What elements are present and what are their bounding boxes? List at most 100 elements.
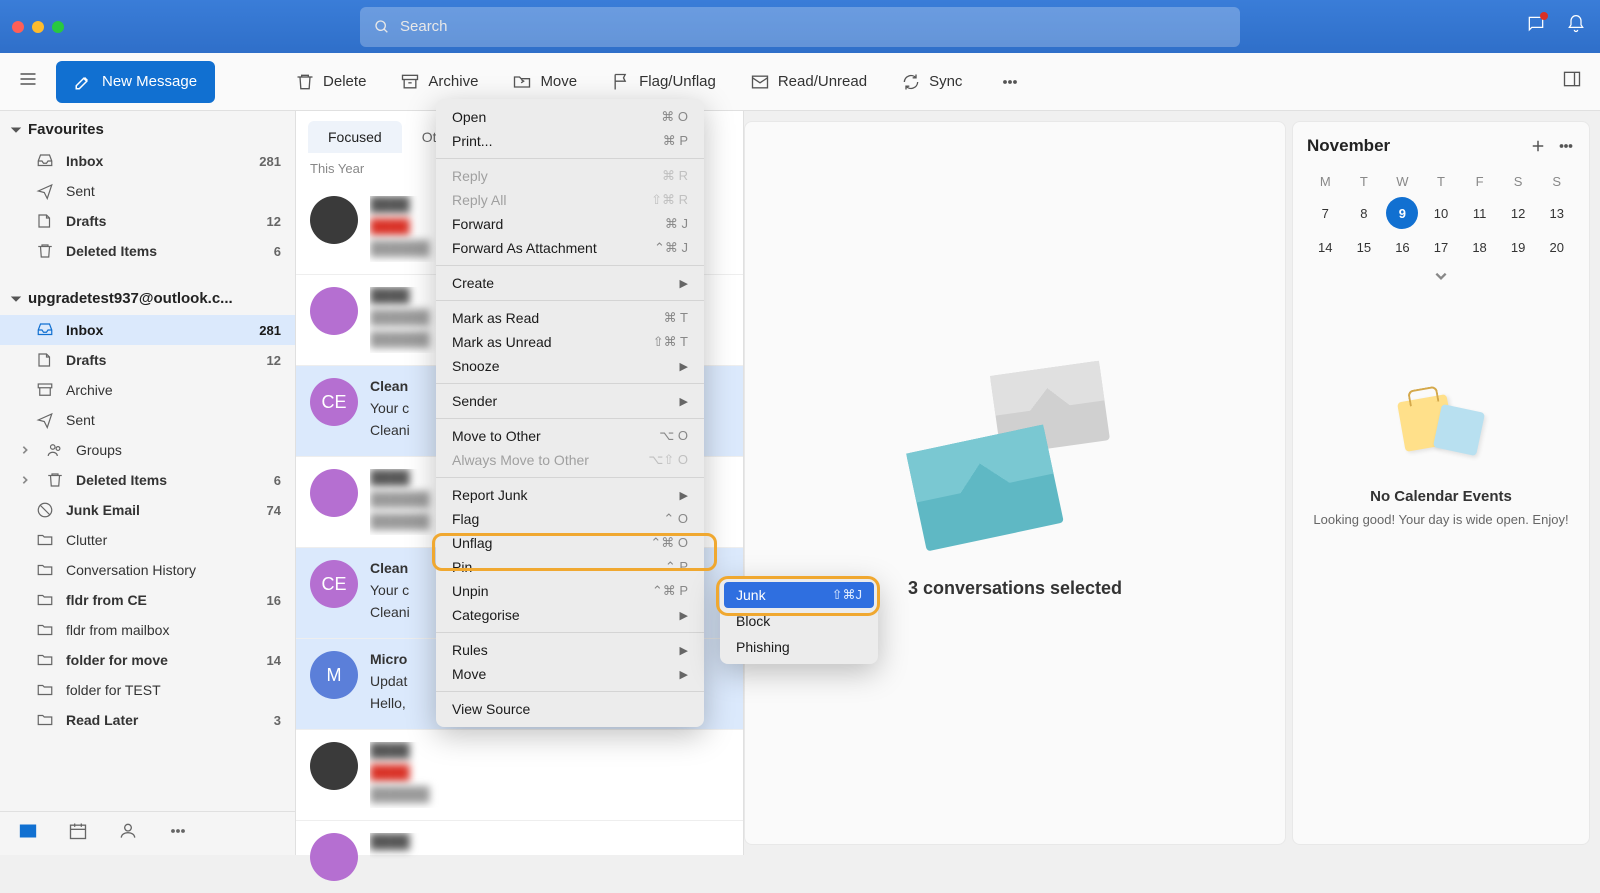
close-window-button[interactable]: [12, 21, 24, 33]
mail-module[interactable]: [18, 821, 38, 846]
alerts-button[interactable]: [1566, 14, 1586, 39]
folder-inbox[interactable]: Inbox 281: [0, 146, 295, 176]
folder-move-folder[interactable]: folder for move 14: [0, 645, 295, 675]
folder-read-later[interactable]: Read Later 3: [0, 705, 295, 735]
avatar: [310, 742, 358, 790]
ctx-create[interactable]: Create▶: [436, 271, 704, 295]
ctx-categorise[interactable]: Categorise▶: [436, 603, 704, 627]
folder-inbox-acct[interactable]: Inbox 281: [0, 315, 295, 345]
calendar-day[interactable]: 19: [1502, 231, 1534, 263]
flag-button[interactable]: Flag/Unflag: [597, 64, 730, 100]
add-event-button[interactable]: [1529, 137, 1547, 155]
folder-move-icon: [512, 72, 532, 92]
ctx-move[interactable]: Move▶: [436, 662, 704, 686]
calendar-day[interactable]: 16: [1386, 231, 1418, 263]
archive-icon: [400, 72, 420, 92]
calendar-month: November: [1307, 136, 1519, 156]
send-icon: [36, 411, 54, 429]
ctx-pin[interactable]: Pin⌃ P: [436, 555, 704, 579]
ctx-rules[interactable]: Rules▶: [436, 638, 704, 662]
more-icon: [1000, 72, 1020, 92]
folder-sent-acct[interactable]: Sent: [0, 405, 295, 435]
sidebar-toggle[interactable]: [10, 61, 46, 102]
message-item[interactable]: ██████████████: [296, 730, 743, 821]
ctx-unflag[interactable]: Unflag⌃⌘ O: [436, 531, 704, 555]
ctx-print[interactable]: Print...⌘ P: [436, 129, 704, 153]
folder-clutter[interactable]: Clutter: [0, 525, 295, 555]
calendar-day[interactable]: 8: [1348, 197, 1380, 229]
tab-focused[interactable]: Focused: [308, 121, 402, 153]
selection-count: 3 conversations selected: [908, 578, 1122, 599]
people-module[interactable]: [118, 821, 138, 846]
calendar-module[interactable]: [68, 821, 88, 846]
panel-toggle[interactable]: [1554, 61, 1590, 102]
ctx-mark-read[interactable]: Mark as Read⌘ T: [436, 306, 704, 330]
avatar: CE: [310, 378, 358, 426]
archive-button[interactable]: Archive: [386, 64, 492, 100]
calendar-day[interactable]: 10: [1425, 197, 1457, 229]
favourites-section[interactable]: Favourites: [0, 111, 295, 146]
search-input[interactable]: Search: [360, 7, 1240, 47]
ctx-sender[interactable]: Sender▶: [436, 389, 704, 413]
folder-conv-history[interactable]: Conversation History: [0, 555, 295, 585]
calendar-day[interactable]: 17: [1425, 231, 1457, 263]
chevron-right-icon: [20, 445, 30, 455]
folder-drafts-acct[interactable]: Drafts 12: [0, 345, 295, 375]
empty-title: No Calendar Events: [1370, 488, 1512, 505]
move-button[interactable]: Move: [498, 64, 591, 100]
chevron-right-icon: ▶: [680, 609, 688, 622]
trash-icon: [295, 72, 315, 92]
ctx-mark-unread[interactable]: Mark as Unread⇧⌘ T: [436, 330, 704, 354]
ctx-report-junk[interactable]: Report Junk▶: [436, 483, 704, 507]
folder-fldr-mailbox[interactable]: fldr from mailbox: [0, 615, 295, 645]
ctx-open[interactable]: Open⌘ O: [436, 105, 704, 129]
folder-icon: [36, 591, 54, 609]
read-unread-button[interactable]: Read/Unread: [736, 64, 881, 100]
calendar-day[interactable]: 7: [1309, 197, 1341, 229]
folder-deleted[interactable]: Deleted Items 6: [0, 236, 295, 266]
folder-groups[interactable]: Groups: [0, 435, 295, 465]
ctx-reply-all: Reply All⇧⌘ R: [436, 188, 704, 212]
sub-phishing[interactable]: Phishing: [724, 634, 874, 660]
panel-icon: [1562, 69, 1582, 89]
more-button[interactable]: [986, 64, 1034, 100]
calendar-day[interactable]: 15: [1348, 231, 1380, 263]
folder-test[interactable]: folder for TEST: [0, 675, 295, 705]
calendar-expand[interactable]: [1307, 269, 1575, 288]
ctx-forward-att[interactable]: Forward As Attachment⌃⌘ J: [436, 236, 704, 260]
sync-icon: [901, 72, 921, 92]
account-section[interactable]: upgradetest937@outlook.c...: [0, 280, 295, 315]
sub-junk[interactable]: Junk⇧⌘J: [724, 582, 874, 608]
calendar-day[interactable]: 14: [1309, 231, 1341, 263]
calendar-day[interactable]: 13: [1541, 197, 1573, 229]
ctx-move-other[interactable]: Move to Other⌥ O: [436, 424, 704, 448]
calendar-day[interactable]: 18: [1464, 231, 1496, 263]
folder-sent[interactable]: Sent: [0, 176, 295, 206]
calendar-day[interactable]: 12: [1502, 197, 1534, 229]
ctx-flag[interactable]: Flag⌃ O: [436, 507, 704, 531]
folder-drafts[interactable]: Drafts 12: [0, 206, 295, 236]
message-item[interactable]: ████: [296, 821, 743, 893]
new-message-button[interactable]: New Message: [56, 61, 215, 103]
sync-button[interactable]: Sync: [887, 64, 976, 100]
calendar-day[interactable]: 11: [1464, 197, 1496, 229]
delete-button[interactable]: Delete: [281, 64, 380, 100]
minimize-window-button[interactable]: [32, 21, 44, 33]
sub-block[interactable]: Block: [724, 608, 874, 634]
calendar-more-button[interactable]: [1557, 137, 1575, 155]
calendar-day[interactable]: 20: [1541, 231, 1573, 263]
ctx-forward[interactable]: Forward⌘ J: [436, 212, 704, 236]
ctx-unpin[interactable]: Unpin⌃⌘ P: [436, 579, 704, 603]
folder-deleted-acct[interactable]: Deleted Items 6: [0, 465, 295, 495]
folder-fldr-ce[interactable]: fldr from CE 16: [0, 585, 295, 615]
folder-junk[interactable]: Junk Email 74: [0, 495, 295, 525]
notifications-button[interactable]: [1526, 14, 1546, 39]
calendar-day-today[interactable]: 9: [1386, 197, 1418, 229]
maximize-window-button[interactable]: [52, 21, 64, 33]
folder-archive-acct[interactable]: Archive: [0, 375, 295, 405]
ctx-snooze[interactable]: Snooze▶: [436, 354, 704, 378]
toolbar: New Message Delete Archive Move Flag/Unf…: [0, 53, 1600, 111]
more-module[interactable]: [168, 821, 188, 846]
ctx-view-source[interactable]: View Source: [436, 697, 704, 721]
sidebar: Favourites Inbox 281 Sent Drafts 12 Dele…: [0, 111, 296, 855]
